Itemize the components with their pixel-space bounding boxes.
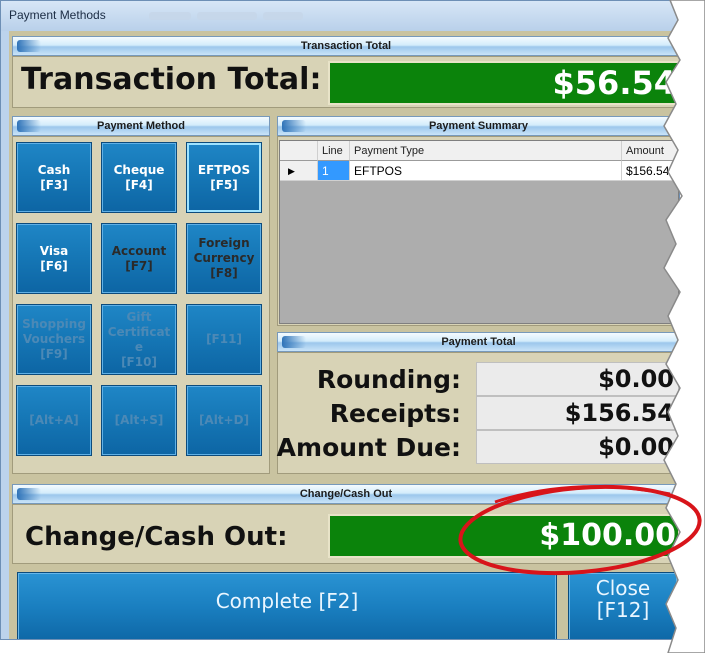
f11-button[interactable]: [F11] — [186, 304, 262, 375]
payment-summary-panel: Line Payment Type Amount ▶ 1 EFTPOS $156… — [277, 136, 679, 326]
current-row-arrow-icon: ▶ — [280, 161, 318, 181]
payment-total-header: Payment Total — [277, 332, 679, 352]
change-cash-out-value: $100.00 — [539, 518, 676, 553]
visa-button[interactable]: Visa [F6] — [16, 223, 92, 294]
transaction-total-header: Transaction Total — [12, 36, 679, 56]
change-cash-out-label: Change/Cash Out: — [25, 522, 288, 552]
grid-header-corner — [280, 141, 318, 161]
blurred-background — [263, 12, 303, 20]
cheque-button[interactable]: Cheque [F4] — [101, 142, 177, 213]
alt-d-button[interactable]: [Alt+D] — [186, 385, 262, 456]
payment-method-header: Payment Method — [12, 116, 270, 136]
payment-methods-window: Payment Methods Transaction Total Transa… — [0, 0, 680, 640]
table-row[interactable]: ▶ 1 EFTPOS $156.54 — [280, 161, 678, 181]
payment-method-panel: Cash [F3] Cheque [F4] EFTPOS [F5] Visa [… — [12, 136, 270, 474]
transaction-total-value: $56.54 — [552, 64, 676, 102]
receipts-label: Receipts: — [329, 399, 461, 428]
payment-type-cell[interactable]: EFTPOS — [350, 161, 622, 181]
grid-header-row: Line Payment Type Amount — [280, 141, 678, 161]
column-header-payment-type[interactable]: Payment Type — [350, 141, 622, 161]
receipts-value: $156.54 — [476, 396, 679, 430]
rounding-label: Rounding: — [316, 365, 461, 394]
client-area: Transaction Total Transaction Total: $56… — [9, 31, 679, 639]
column-header-line[interactable]: Line — [318, 141, 350, 161]
transaction-total-display: $56.54 — [328, 61, 679, 105]
transaction-total-label: Transaction Total: — [21, 62, 322, 97]
change-cash-out-display: $100.00 — [328, 514, 679, 558]
torn-edge-decoration — [663, 0, 705, 653]
payment-total-panel: Rounding: $0.00 Receipts: $156.54 Amount… — [276, 352, 679, 474]
title-bar: Payment Methods — [1, 1, 679, 31]
foreign-currency-button[interactable]: Foreign Currency [F8] — [186, 223, 262, 294]
shopping-vouchers-button[interactable]: Shopping Vouchers [F9] — [16, 304, 92, 375]
alt-s-button[interactable]: [Alt+S] — [101, 385, 177, 456]
account-button[interactable]: Account [F7] — [101, 223, 177, 294]
transaction-total-panel: Transaction Total: $56.54 — [12, 56, 679, 108]
change-cash-out-panel: Change/Cash Out: $100.00 — [12, 504, 679, 564]
complete-button[interactable]: Complete [F2] — [17, 572, 557, 639]
payment-summary-header: Payment Summary — [277, 116, 679, 136]
blurred-background — [197, 12, 257, 20]
rounding-value: $0.00 — [476, 362, 679, 396]
window-title: Payment Methods — [9, 8, 106, 22]
amount-due-value: $0.00 — [476, 430, 679, 464]
line-cell[interactable]: 1 — [318, 161, 350, 181]
eftpos-button[interactable]: EFTPOS [F5] — [186, 142, 262, 213]
change-cash-out-header: Change/Cash Out — [12, 484, 679, 504]
alt-a-button[interactable]: [Alt+A] — [16, 385, 92, 456]
gift-certificate-button[interactable]: Gift Certificat e [F10] — [101, 304, 177, 375]
payment-summary-grid: Line Payment Type Amount ▶ 1 EFTPOS $156… — [279, 140, 679, 324]
amount-due-label: Amount Due: — [276, 433, 461, 462]
cash-button[interactable]: Cash [F3] — [16, 142, 92, 213]
blurred-background — [149, 12, 191, 20]
